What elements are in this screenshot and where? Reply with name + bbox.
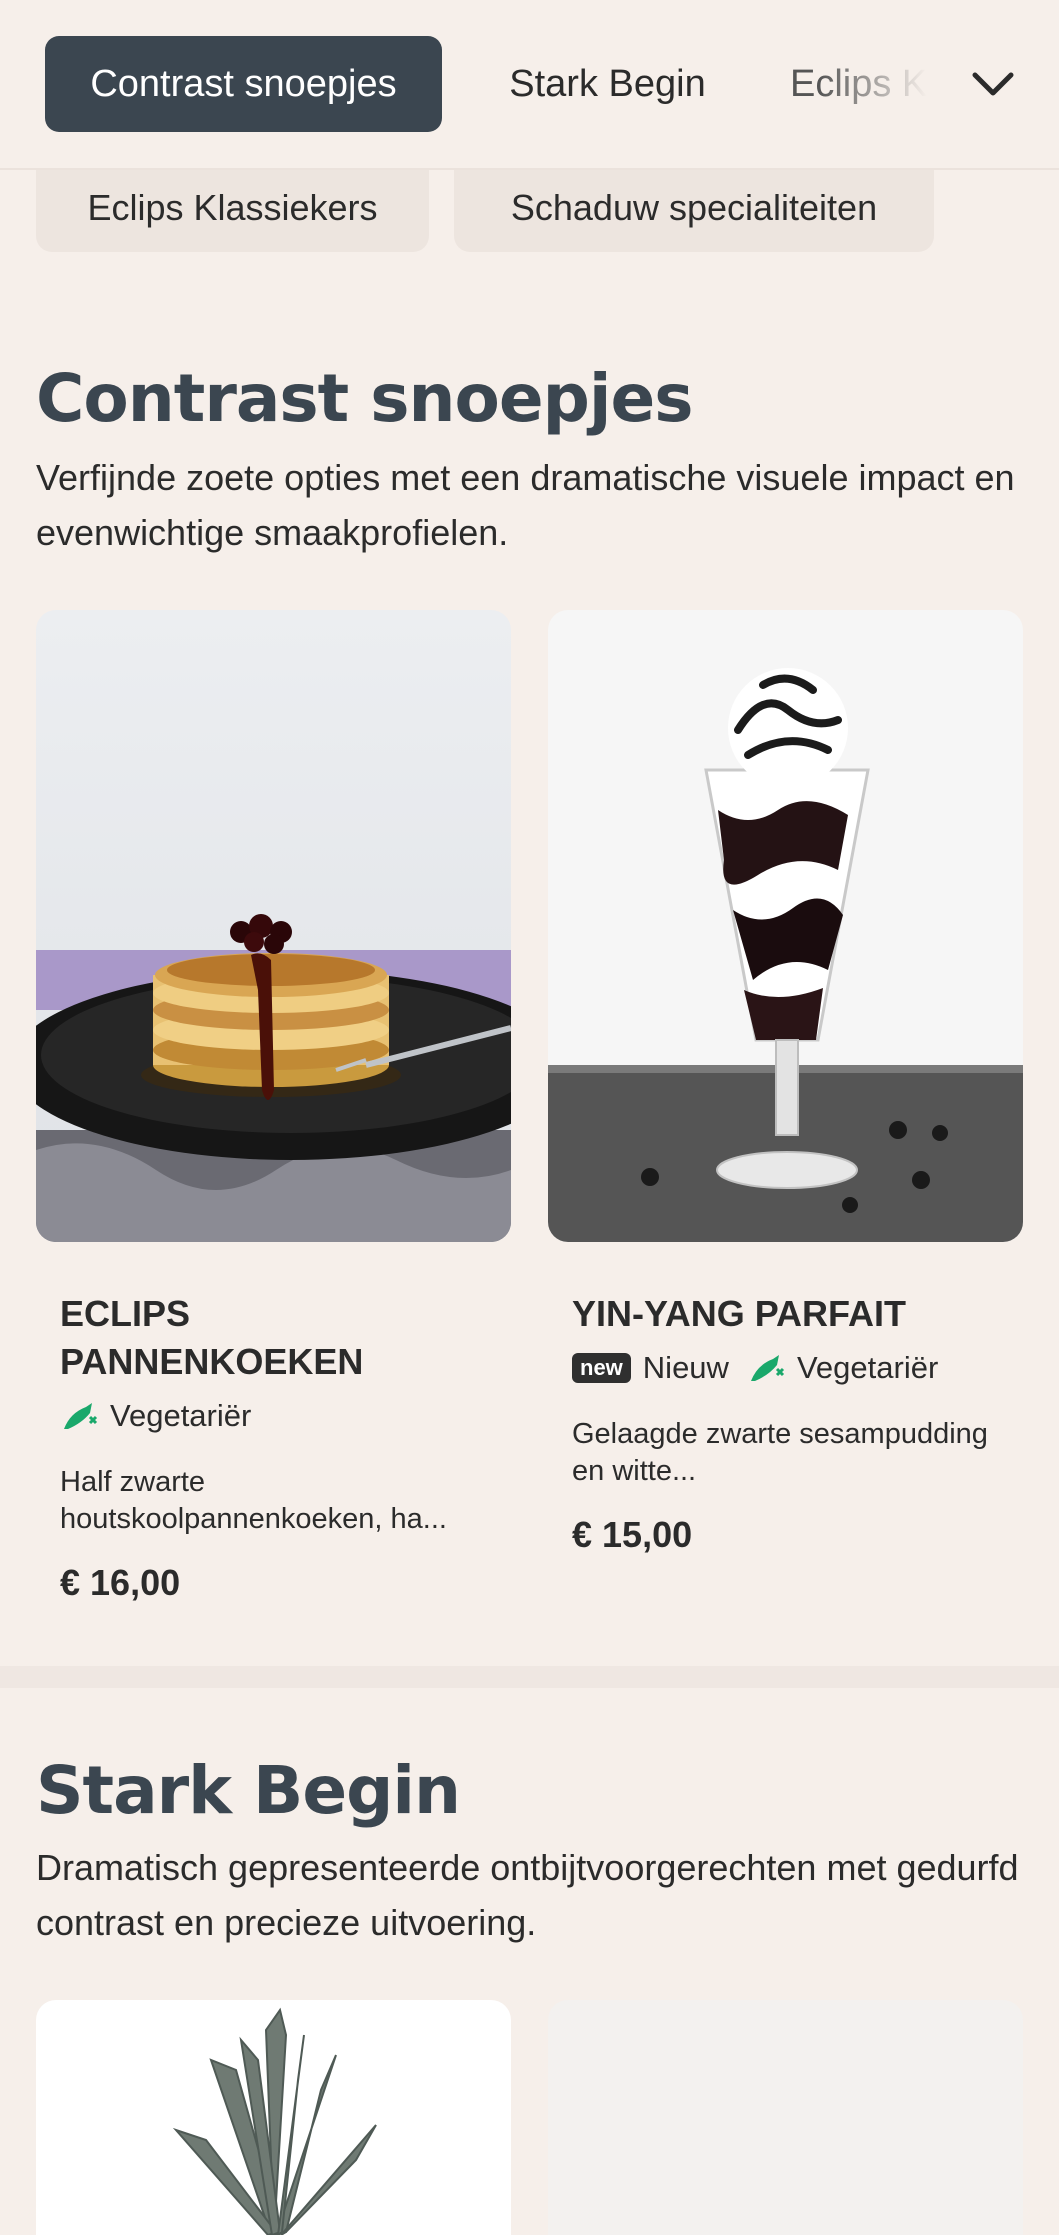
item-description: Gelaagde zwarte sesampudding en witte... xyxy=(572,1418,988,1487)
chevron-down-icon[interactable] xyxy=(967,58,1019,110)
pancakes-image[interactable] xyxy=(36,610,511,1242)
item-tags: Vegetariër xyxy=(60,1398,500,1434)
item-price: € 16,00 xyxy=(60,1562,181,1603)
tab-contrast-snoepjes[interactable]: Contrast snoepjes xyxy=(45,36,442,132)
item-title: ECLIPS PANNENKOEKEN xyxy=(60,1293,364,1382)
section-description: Verfijnde zoete opties met een dramatisc… xyxy=(36,457,1015,553)
vegetarian-icon xyxy=(64,1403,98,1429)
category-eclips-klassiekers[interactable]: Eclips Klassiekers xyxy=(36,164,429,252)
item-tags: new Nieuw Vegetariër xyxy=(572,1350,1012,1386)
pineapple-image[interactable] xyxy=(36,2000,511,2235)
item-description: Half zwarte houtskoolpannenkoeken, ha... xyxy=(60,1466,447,1535)
nav-fade-overlay xyxy=(819,20,1059,150)
item-price: € 15,00 xyxy=(572,1514,693,1555)
section-title: Stark Begin xyxy=(36,1752,461,1829)
tag-new: Nieuw xyxy=(642,1350,729,1385)
parfait-image[interactable] xyxy=(548,610,1023,1242)
category-schaduw-specialiteiten[interactable]: Schaduw specialiteiten xyxy=(454,164,934,252)
item-image-placeholder[interactable] xyxy=(548,2000,1023,2235)
new-badge: new xyxy=(572,1353,631,1383)
vegetarian-icon xyxy=(750,1355,785,1381)
category-nav: Contrast snoepjes Stark Begin Eclips K xyxy=(0,0,1059,170)
section-description: Dramatisch gepresenteerde ontbijtvoorger… xyxy=(36,1847,1019,1943)
tab-stark-begin[interactable]: Stark Begin xyxy=(470,36,745,132)
menu-item-card[interactable]: YIN-YANG PARFAIT new Nieuw Vegetariër Ge… xyxy=(572,1290,1012,1556)
tag-vegetarian: Vegetariër xyxy=(60,1398,251,1434)
section-title: Contrast snoepjes xyxy=(36,360,694,437)
tag-vegetarian: Vegetariër xyxy=(747,1350,938,1386)
section-divider xyxy=(0,1666,1059,1688)
menu-item-card[interactable]: ECLIPS PANNENKOEKEN Vegetariër Half zwar… xyxy=(60,1290,500,1604)
item-title: YIN-YANG PARFAIT xyxy=(572,1293,907,1334)
